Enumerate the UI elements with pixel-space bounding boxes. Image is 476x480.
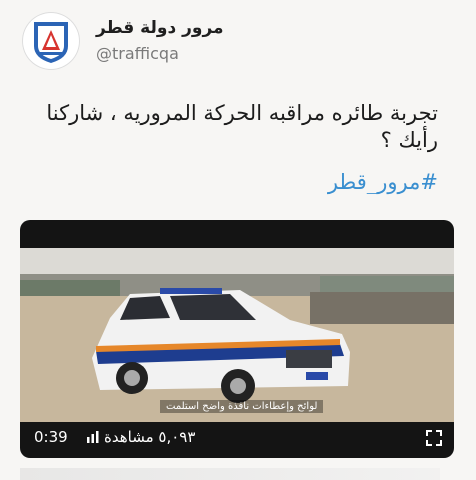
avatar[interactable] — [22, 12, 80, 70]
video-player[interactable]: لوائح وإعطاءات نافذة واضح استلمت 0:39 ٥,… — [20, 220, 454, 458]
tweet-text: تجربة طائره مراقبه الحركة المروريه ، شار… — [46, 101, 438, 152]
video-frame — [20, 248, 454, 422]
hashtag-link[interactable]: #مرور_قطر — [328, 170, 438, 194]
next-tweet-fragment — [20, 468, 440, 480]
video-controls: 0:39 ٥,٠٩٣ مشاهدة — [20, 424, 454, 450]
views-icon — [87, 431, 99, 443]
account-handle[interactable]: @trafficqa — [96, 44, 179, 63]
video-caption: لوائح وإعطاءات نافذة واضح استلمت — [160, 400, 324, 413]
traffic-department-logo-icon — [34, 22, 68, 63]
view-count: ٥,٠٩٣ مشاهدة — [104, 428, 196, 446]
video-duration: 0:39 — [34, 428, 68, 446]
fullscreen-icon[interactable] — [426, 430, 442, 446]
display-name[interactable]: مرور دولة قطر — [96, 18, 224, 38]
tweet-header: مرور دولة قطر @trafficqa — [0, 0, 476, 80]
